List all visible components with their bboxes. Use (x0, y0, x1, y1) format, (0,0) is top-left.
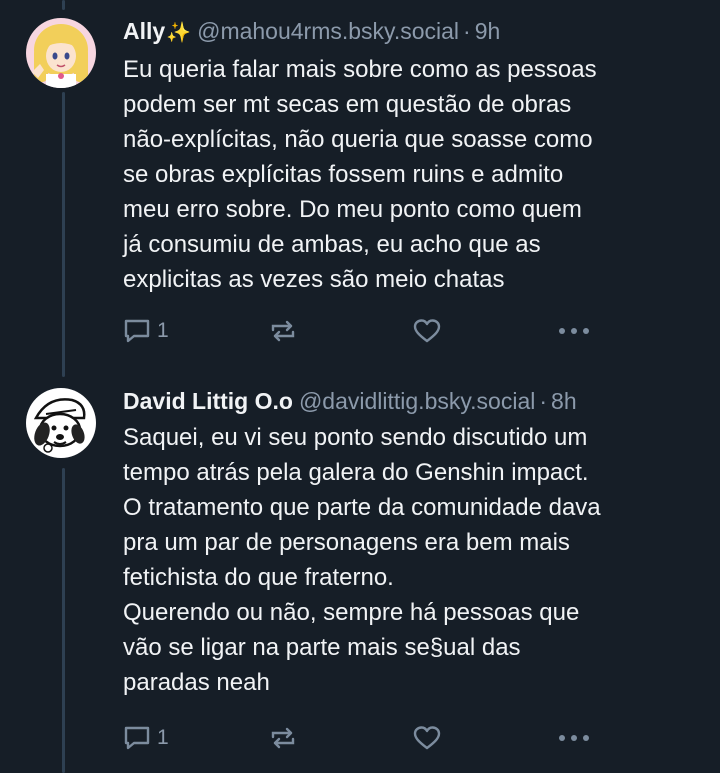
post-david[interactable]: David Littig O.o @davidlittig.bsky.social… (0, 372, 720, 773)
header-separator: · (463, 18, 471, 44)
heart-icon (413, 319, 441, 343)
post-header: David Littig O.o @davidlittig.bsky.social… (123, 386, 692, 416)
cartoon-dog-avatar-icon (26, 388, 96, 458)
more-options-button[interactable] (557, 721, 591, 755)
post-text: Saquei, eu vi seu ponto sendo discutido … (123, 424, 601, 696)
post-header: Ally✨ @mahou4rms.bsky.social · 9h (123, 16, 692, 48)
post-body: Ally✨ @mahou4rms.bsky.social · 9h Eu queria… (123, 16, 692, 297)
display-name[interactable]: Ally (123, 18, 165, 44)
repost-button[interactable] (269, 314, 297, 348)
repost-arrows-icon (271, 727, 295, 749)
reply-count: 1 (157, 319, 169, 342)
post-time[interactable]: 8h (551, 388, 577, 414)
sparkle-emoji: ✨ (166, 22, 192, 44)
user-handle[interactable]: @davidlittig.bsky.social (299, 388, 535, 414)
like-button[interactable] (413, 721, 441, 755)
post-ally[interactable]: Ally✨ @mahou4rms.bsky.social · 9h Eu queria… (0, 0, 720, 372)
post-time[interactable]: 9h (475, 18, 501, 44)
reply-button[interactable]: 1 (123, 721, 169, 755)
heart-icon (413, 726, 441, 750)
more-dots-icon (559, 735, 589, 741)
anime-girl-avatar-icon (26, 18, 96, 88)
repost-button[interactable] (269, 721, 297, 755)
speech-bubble-icon (124, 726, 150, 750)
reply-count: 1 (157, 726, 169, 749)
post-actions: 1 (123, 721, 603, 755)
more-options-button[interactable] (557, 314, 591, 348)
repost-arrows-icon (271, 320, 295, 342)
post-body: David Littig O.o @davidlittig.bsky.social… (123, 386, 692, 700)
thread-feed: Ally✨ @mahou4rms.bsky.social · 9h Eu queria… (0, 0, 720, 773)
avatar[interactable] (26, 388, 96, 458)
display-name[interactable]: David Littig O.o (123, 388, 293, 414)
user-handle[interactable]: @mahou4rms.bsky.social (197, 18, 459, 44)
avatar[interactable] (26, 18, 96, 88)
like-button[interactable] (413, 314, 441, 348)
header-separator: · (539, 388, 548, 414)
speech-bubble-icon (124, 319, 150, 343)
post-actions: 1 (123, 314, 603, 348)
reply-button[interactable]: 1 (123, 314, 169, 348)
more-dots-icon (559, 328, 589, 334)
post-text: Eu queria falar mais sobre como as pesso… (123, 56, 597, 293)
